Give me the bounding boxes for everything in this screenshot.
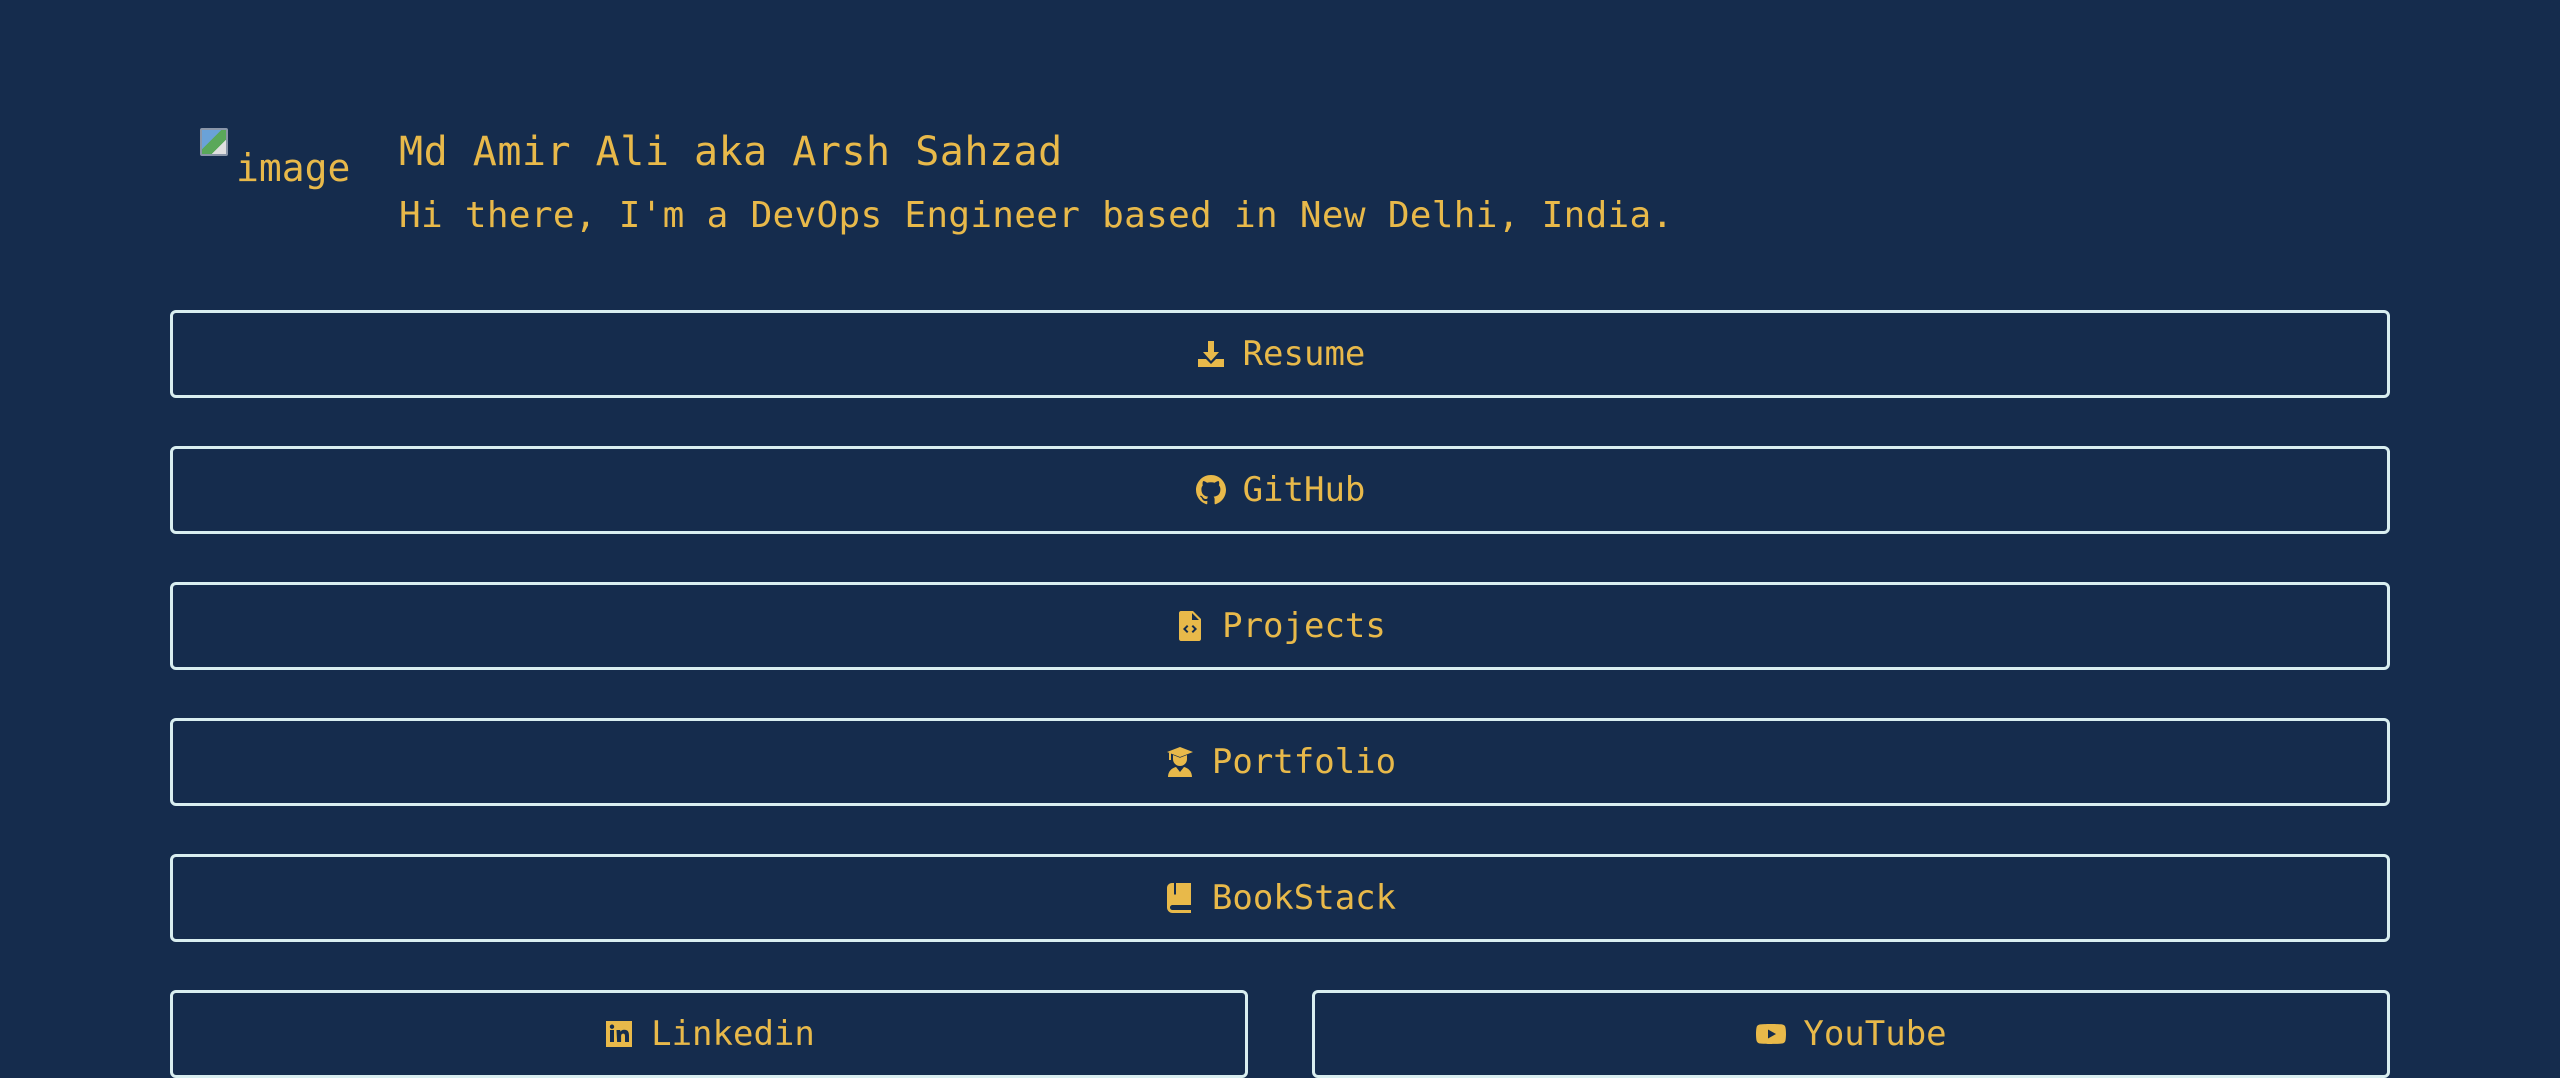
avatar: image: [200, 124, 400, 190]
broken-image-icon: [200, 128, 228, 156]
github-button[interactable]: GitHub: [170, 446, 2390, 534]
bookstack-button[interactable]: BookStack: [170, 854, 2390, 942]
profile-name: Md Amir Ali aka Arsh Sahzad: [399, 129, 1063, 175]
projects-label: Projects: [1222, 606, 1386, 646]
linkedin-icon: [603, 1018, 635, 1050]
projects-button[interactable]: Projects: [170, 582, 2390, 670]
github-label: GitHub: [1242, 470, 1366, 510]
profile-header: image Md Amir Ali aka Arsh Sahzad Hi the…: [200, 124, 1673, 244]
portfolio-button[interactable]: Portfolio: [170, 718, 2390, 806]
book-icon: [1164, 882, 1196, 914]
bookstack-label: BookStack: [1211, 878, 1397, 918]
avatar-alt-text: image: [236, 146, 351, 190]
profile-tagline: Hi there, I'm a DevOps Engineer based in…: [399, 195, 1674, 236]
youtube-button[interactable]: YouTube: [1312, 990, 2390, 1078]
youtube-icon: [1755, 1018, 1787, 1050]
portfolio-label: Portfolio: [1211, 742, 1397, 782]
file-code-icon: [1174, 610, 1206, 642]
resume-button[interactable]: Resume: [170, 310, 2390, 398]
youtube-label: YouTube: [1803, 1014, 1947, 1054]
download-icon: [1195, 338, 1227, 370]
linkedin-button[interactable]: Linkedin: [170, 990, 1248, 1078]
linkedin-label: Linkedin: [651, 1014, 815, 1054]
resume-label: Resume: [1242, 334, 1366, 374]
intro: Md Amir Ali aka Arsh Sahzad Hi there, I'…: [399, 124, 1673, 244]
github-icon: [1195, 474, 1227, 506]
graduate-icon: [1164, 746, 1196, 778]
